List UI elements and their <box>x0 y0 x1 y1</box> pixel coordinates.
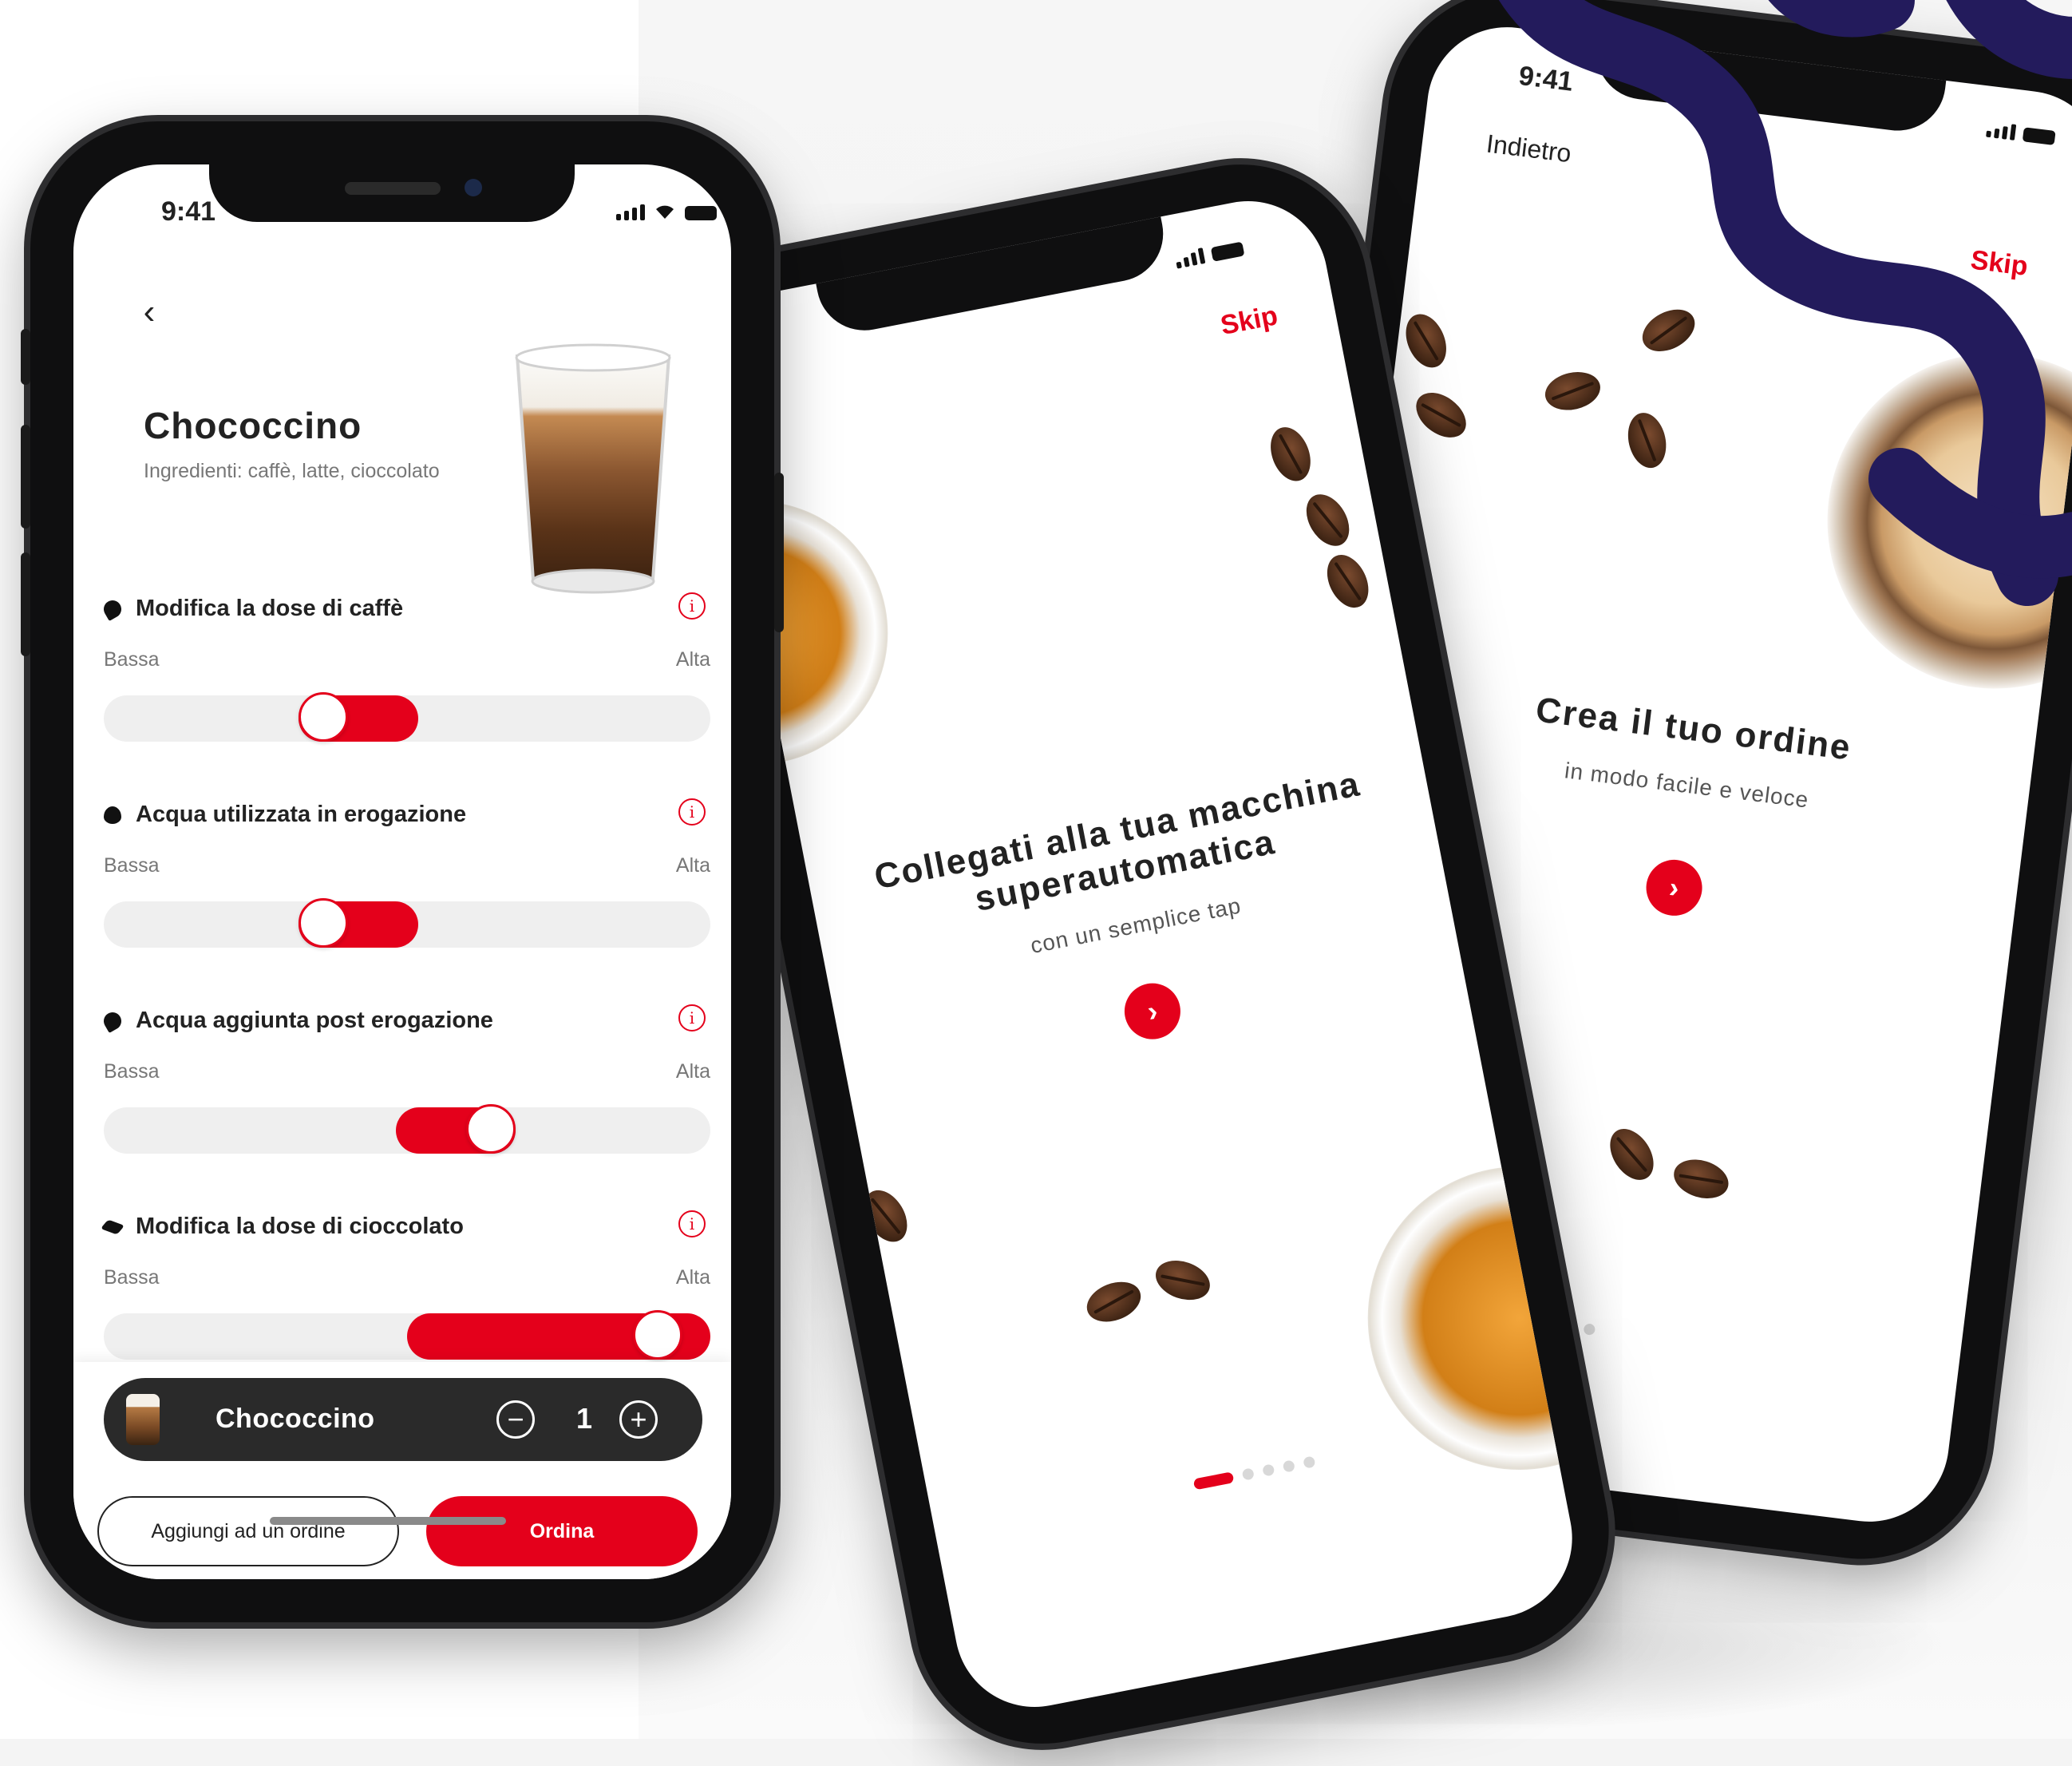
slider-max-label: Alta <box>675 648 710 671</box>
chococcino-glass-image <box>515 343 671 594</box>
coffee-bean-icon <box>100 596 125 621</box>
slider-max-label: Alta <box>675 1060 710 1083</box>
page-dot <box>1262 1463 1275 1477</box>
dose-slider-track[interactable] <box>104 692 710 742</box>
battery-icon <box>685 206 717 220</box>
bottom-order-bar: Chococcino − 1 + Aggiungi ad un ordine O… <box>73 1362 731 1579</box>
coffee-bean-image <box>1669 1153 1734 1205</box>
home-indicator[interactable] <box>270 1517 506 1525</box>
slider-knob[interactable] <box>299 692 348 742</box>
slider-min-label: Bassa <box>104 854 160 877</box>
option-label: Modifica la dose di caffè <box>136 596 404 621</box>
info-icon[interactable]: i <box>678 1210 706 1237</box>
coffee-bean-image <box>1601 1121 1663 1188</box>
water-drops-icon <box>100 1008 125 1033</box>
front-camera <box>465 179 482 196</box>
side-button <box>21 552 30 656</box>
coffee-bean-image <box>1407 383 1475 447</box>
next-button[interactable]: › <box>1643 856 1706 919</box>
status-icons <box>616 203 717 220</box>
add-to-order-button[interactable]: Aggiungi ad un ordine <box>97 1496 399 1566</box>
speaker-grille <box>345 182 441 195</box>
info-icon[interactable]: i <box>678 592 706 620</box>
slider-max-label: Alta <box>675 1266 710 1289</box>
signal-icon <box>1174 247 1206 269</box>
page-dot <box>1583 1323 1596 1336</box>
slider-min-label: Bassa <box>104 1060 160 1083</box>
slider-min-label: Bassa <box>104 648 160 671</box>
dose-slider-track[interactable] <box>104 898 710 948</box>
page-dot <box>1303 1455 1316 1469</box>
chocolate-icon <box>100 1219 125 1234</box>
next-button[interactable]: › <box>1119 978 1185 1044</box>
phone1-notch <box>209 164 575 222</box>
phone-product-detail: 9:41 ‹ Chococcino Ingredienti: caffè, la… <box>21 121 784 1622</box>
wifi-icon <box>656 205 674 219</box>
cart-summary: Chococcino − 1 + <box>104 1378 702 1461</box>
status-time: 9:41 <box>161 196 216 227</box>
cart-product-name: Chococcino <box>216 1404 375 1434</box>
decrease-quantity-button[interactable]: − <box>496 1400 535 1439</box>
coffee-bean-image <box>1398 307 1454 374</box>
side-button <box>774 473 784 632</box>
page-dot <box>1241 1467 1255 1481</box>
coffee-bean-image <box>1150 1253 1216 1307</box>
coffee-bean-image <box>1319 548 1377 615</box>
side-button <box>21 425 30 529</box>
page-dot <box>1282 1459 1296 1473</box>
quantity-value: 1 <box>576 1402 593 1435</box>
slider-min-label: Bassa <box>104 1266 160 1289</box>
phone1-screen: 9:41 ‹ Chococcino Ingredienti: caffè, la… <box>73 164 731 1579</box>
coffee-bean-image <box>1263 421 1318 487</box>
dose-slider-track[interactable] <box>104 1104 710 1154</box>
page-dots <box>1192 1455 1316 1491</box>
product-title: Chococcino <box>144 405 362 446</box>
increase-quantity-button[interactable]: + <box>619 1400 658 1439</box>
status-icons <box>1174 240 1245 269</box>
option-label: Acqua aggiunta post erogazione <box>136 1008 493 1033</box>
option-label: Acqua utilizzata in erogazione <box>136 802 467 827</box>
slider-knob[interactable] <box>299 898 348 948</box>
battery-icon <box>1210 241 1245 262</box>
brand-swirl-decoration <box>1498 0 2072 606</box>
skip-button[interactable]: Skip <box>1218 300 1280 342</box>
product-ingredients: Ingredienti: caffè, latte, cioccolato <box>144 460 440 482</box>
slider-knob[interactable] <box>466 1104 516 1154</box>
signal-icon <box>616 204 645 220</box>
order-button[interactable]: Ordina <box>426 1496 698 1566</box>
info-icon[interactable]: i <box>678 798 706 826</box>
back-chevron-icon[interactable]: ‹ <box>129 292 169 332</box>
info-icon[interactable]: i <box>678 1004 706 1031</box>
slider-knob[interactable] <box>633 1310 682 1360</box>
side-button <box>21 329 30 385</box>
slider-max-label: Alta <box>675 854 710 877</box>
product-thumbnail <box>126 1394 160 1445</box>
coffee-bean-image <box>855 1182 916 1249</box>
coffee-bean-image <box>1297 486 1358 554</box>
dose-slider-track[interactable] <box>104 1310 710 1360</box>
coffee-bean-image <box>1081 1274 1147 1329</box>
page-dot-active <box>1192 1471 1235 1491</box>
water-drop-icon <box>104 806 121 824</box>
option-label: Modifica la dose di cioccolato <box>136 1214 464 1239</box>
